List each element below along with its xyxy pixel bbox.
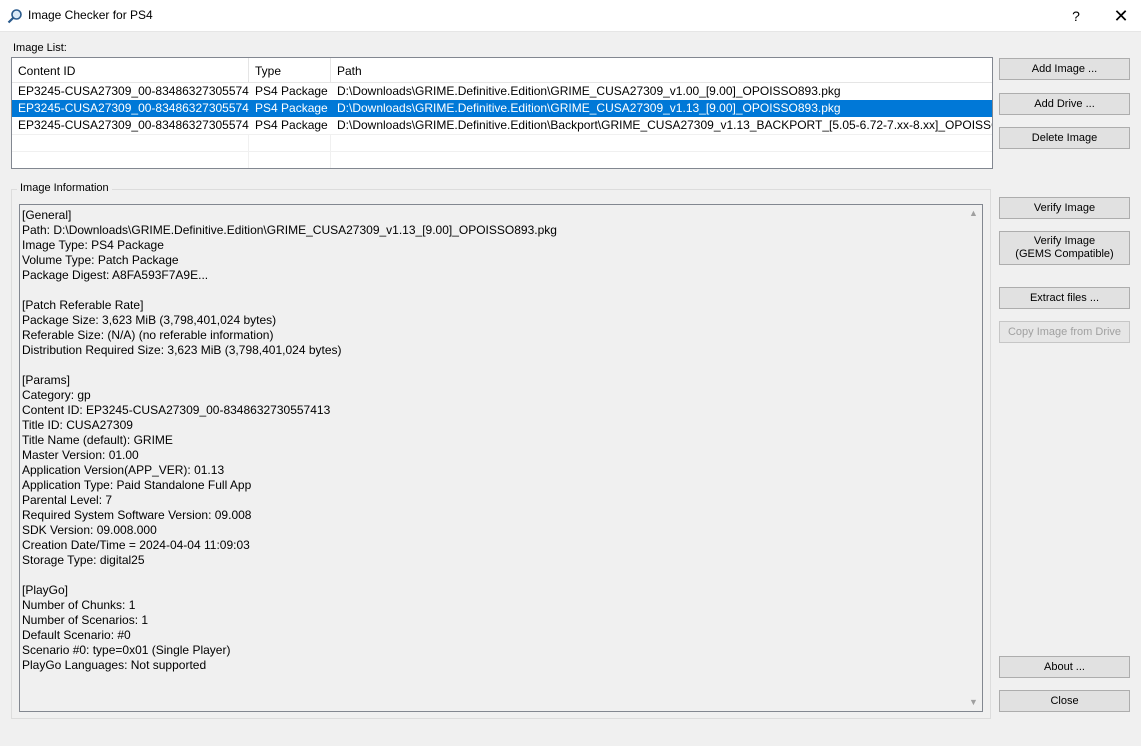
cell-path: D:\Downloads\GRIME.Definitive.Edition\GR…	[337, 101, 841, 115]
grid-line	[12, 134, 992, 135]
add-drive-button[interactable]: Add Drive ...	[999, 93, 1130, 115]
cell-content-id: EP3245-CUSA27309_00-8348632730557413	[18, 84, 249, 98]
add-image-button[interactable]: Add Image ...	[999, 58, 1130, 80]
column-header-path[interactable]: Path	[331, 58, 992, 82]
cell-type: PS4 Package	[255, 101, 328, 115]
cell-content-id: EP3245-CUSA27309_00-8348632730557413	[18, 101, 249, 115]
image-information-text: [General] Path: D:\Downloads\GRIME.Defin…	[22, 208, 557, 672]
image-list-view[interactable]: Content ID Type Path EP3245-CUSA27309_00…	[11, 57, 993, 169]
magnifier-app-icon	[7, 9, 22, 24]
cell-type: PS4 Package	[255, 84, 328, 98]
column-header-type[interactable]: Type	[249, 58, 331, 82]
about-button[interactable]: About ...	[999, 656, 1130, 678]
image-information-textbox[interactable]: [General] Path: D:\Downloads\GRIME.Defin…	[19, 204, 983, 712]
copy-image-from-drive-button[interactable]: Copy Image from Drive	[999, 321, 1130, 343]
scroll-up-icon[interactable]: ▲	[965, 205, 982, 222]
grid-line	[12, 151, 992, 152]
window-title: Image Checker for PS4	[28, 8, 153, 22]
cell-path: D:\Downloads\GRIME.Definitive.Edition\GR…	[337, 84, 841, 98]
cell-content-id: EP3245-CUSA27309_00-8348632730557413	[18, 118, 249, 132]
close-window-button[interactable]: ✕	[1106, 4, 1136, 28]
cell-path: D:\Downloads\GRIME.Definitive.Edition\Ba…	[337, 118, 992, 132]
delete-image-button[interactable]: Delete Image	[999, 127, 1130, 149]
grid-line	[248, 134, 249, 168]
image-information-label: Image Information	[17, 182, 112, 194]
table-row[interactable]: EP3245-CUSA27309_00-8348632730557413 PS4…	[12, 117, 992, 134]
vertical-scrollbar[interactable]: ▲ ▼	[965, 205, 982, 711]
verify-image-button[interactable]: Verify Image	[999, 197, 1130, 219]
image-list-label: Image List:	[13, 42, 67, 54]
table-row[interactable]: EP3245-CUSA27309_00-8348632730557413 PS4…	[12, 83, 992, 100]
close-button[interactable]: Close	[999, 690, 1130, 712]
column-header-content-id[interactable]: Content ID	[12, 58, 249, 82]
list-header: Content ID Type Path	[12, 58, 992, 83]
grid-line	[330, 134, 331, 168]
verify-gems-label-line1: Verify Image	[1033, 235, 1096, 247]
extract-files-button[interactable]: Extract files ...	[999, 287, 1130, 309]
help-button[interactable]: ?	[1062, 4, 1090, 28]
verify-gems-label-line2: (GEMS Compatible)	[1015, 248, 1114, 260]
title-bar: Image Checker for PS4 ? ✕	[0, 0, 1141, 32]
verify-image-gems-button[interactable]: Verify Image (GEMS Compatible)	[999, 231, 1130, 265]
scroll-down-icon[interactable]: ▼	[965, 694, 982, 711]
cell-type: PS4 Package	[255, 118, 328, 132]
table-row-selected[interactable]: EP3245-CUSA27309_00-8348632730557413 PS4…	[12, 100, 992, 117]
